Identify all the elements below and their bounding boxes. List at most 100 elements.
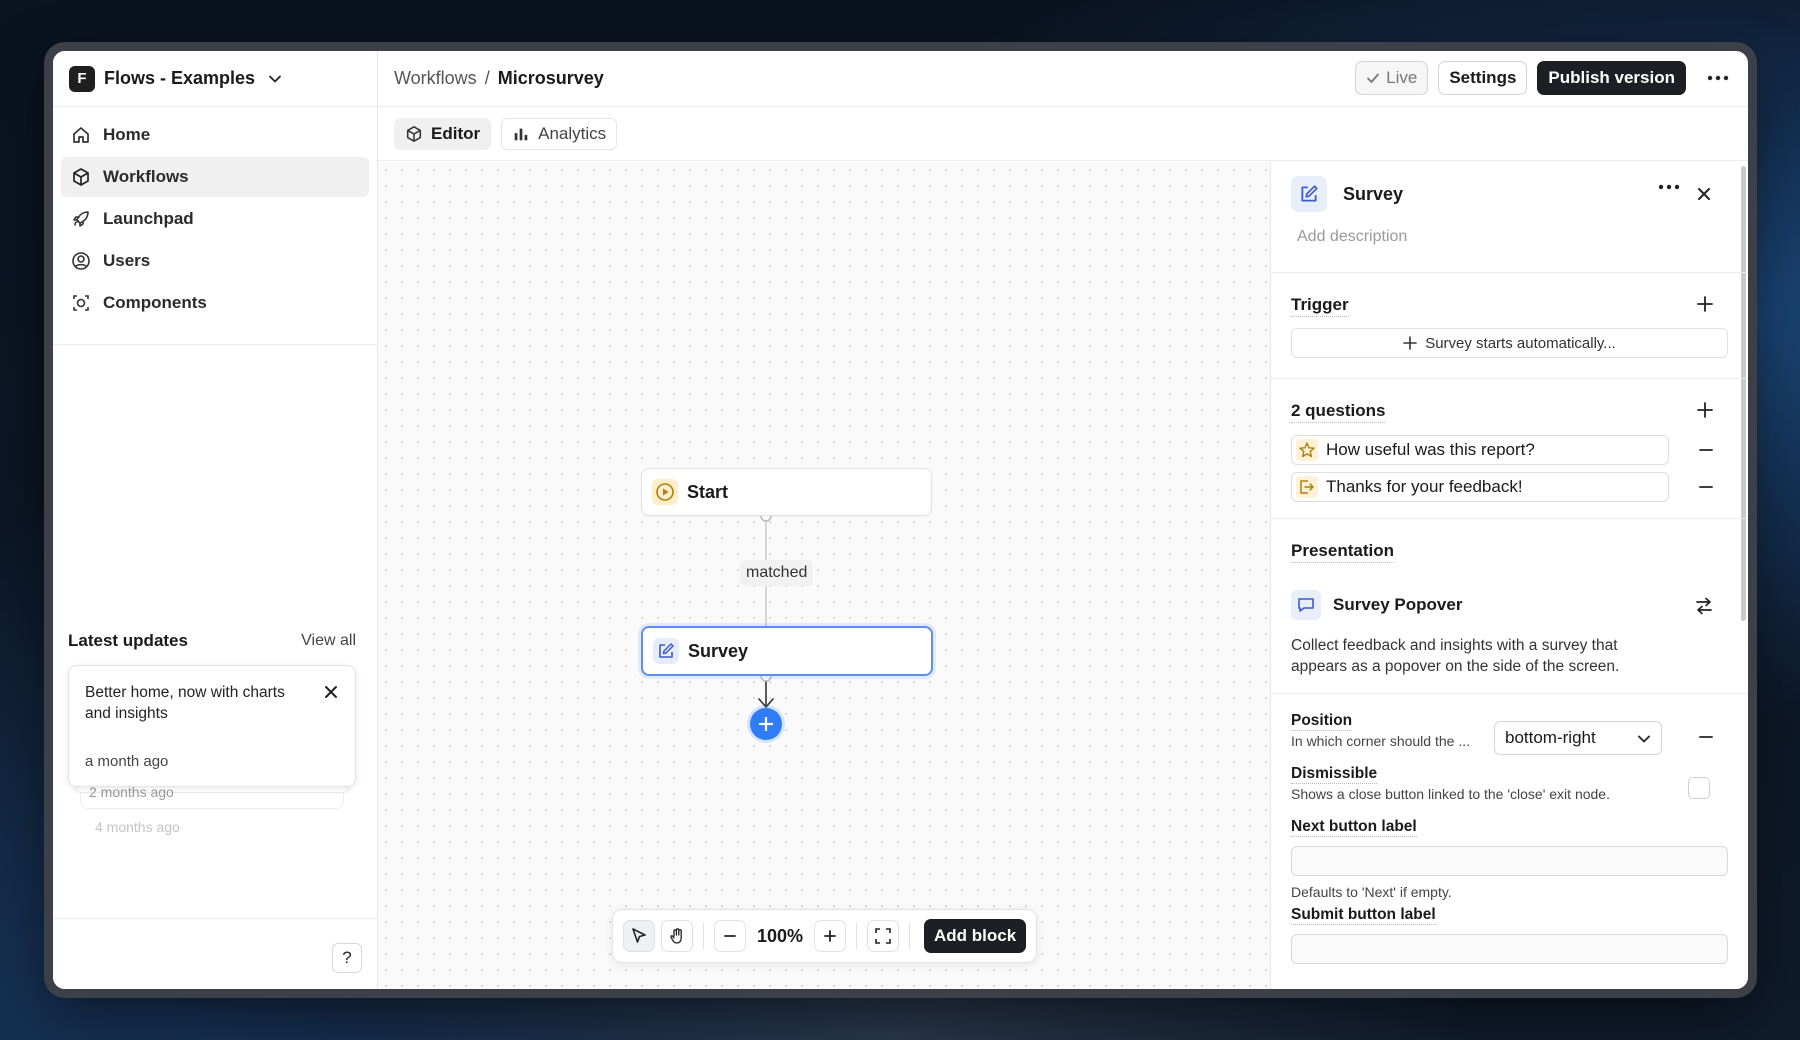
divider: [703, 923, 704, 949]
close-icon[interactable]: [323, 684, 339, 700]
update-stack: 4 months ago 2 months ago Better home, n…: [68, 665, 356, 835]
breadcrumb-current: Microsurvey: [497, 68, 604, 88]
update-card[interactable]: Better home, now with charts and insight…: [68, 665, 356, 787]
description-input[interactable]: Add description: [1297, 228, 1407, 246]
chevron-down-icon: [269, 75, 281, 82]
trigger-title: Trigger: [1291, 295, 1349, 317]
component-icon: [73, 295, 89, 311]
org-switcher[interactable]: F Flows - Examples: [53, 51, 377, 107]
hand-icon: [670, 928, 682, 944]
position-help: In which corner should the ...: [1291, 733, 1470, 749]
bar-chart-icon: [514, 128, 528, 140]
plus-icon[interactable]: [1696, 295, 1714, 313]
tab-editor[interactable]: Editor: [394, 117, 492, 150]
publish-version-button[interactable]: Publish version: [1537, 61, 1686, 95]
tab-analytics[interactable]: Analytics: [501, 117, 618, 150]
add-node-button[interactable]: [750, 708, 782, 740]
questions-section: 2 questions How useful was this report? …: [1271, 379, 1748, 519]
next-button-label-help: Defaults to 'Next' if empty.: [1291, 884, 1452, 900]
submit-button-label-label: Submit button label: [1291, 906, 1436, 925]
sidebar-item-label: Components: [103, 293, 207, 312]
question-item[interactable]: How useful was this report?: [1291, 435, 1669, 465]
pan-tool-button[interactable]: [661, 920, 693, 952]
submit-button-label-input[interactable]: [1291, 934, 1728, 964]
fit-view-button[interactable]: [867, 920, 899, 952]
plus-icon[interactable]: [1696, 401, 1714, 419]
close-icon[interactable]: [1696, 186, 1712, 202]
top-actions: Live Settings Publish version: [1355, 61, 1734, 95]
add-block-button[interactable]: Add block: [924, 919, 1027, 953]
cube-icon: [73, 168, 89, 186]
home-icon: [73, 127, 89, 143]
trigger-section: Trigger Survey starts automatically...: [1271, 273, 1748, 379]
presentation-title: Presentation: [1291, 541, 1394, 563]
sidebar-item-users[interactable]: Users: [61, 241, 369, 281]
user-circle-icon: [72, 252, 90, 270]
question-item[interactable]: Thanks for your feedback!: [1291, 472, 1669, 502]
edge-lines: [758, 510, 774, 709]
org-name: Flows - Examples: [104, 68, 256, 88]
panel-header: Survey Add description: [1271, 162, 1748, 273]
latest-updates-title: Latest updates: [68, 631, 188, 650]
presentation-name: Survey Popover: [1333, 595, 1463, 614]
minus-icon[interactable]: [1698, 729, 1714, 745]
cube-icon: [406, 125, 422, 142]
divider: [53, 344, 377, 345]
select-tool-button[interactable]: [623, 920, 655, 952]
divider: [856, 923, 857, 949]
fullscreen-icon: [875, 928, 891, 944]
chevron-down-icon: [1638, 735, 1650, 743]
cursor-icon: [632, 928, 646, 943]
node-label: Survey: [688, 640, 749, 661]
breadcrumb-separator: /: [484, 68, 490, 88]
edge-label-matched[interactable]: matched: [740, 560, 814, 586]
update-time: a month ago: [85, 753, 169, 770]
swap-icon[interactable]: [1694, 597, 1714, 615]
minus-icon[interactable]: [1698, 479, 1714, 495]
sidebar-item-components[interactable]: Components: [61, 283, 369, 323]
more-options-button[interactable]: [1702, 61, 1734, 95]
presentation-description: Collect feedback and insights with a sur…: [1291, 637, 1620, 675]
divider: [53, 918, 377, 919]
settings-button[interactable]: Settings: [1438, 61, 1528, 95]
dismissible-checkbox[interactable]: [1688, 777, 1710, 799]
position-select[interactable]: bottom-right: [1494, 721, 1662, 755]
zoom-out-button[interactable]: [714, 920, 746, 952]
more-horizontal-icon[interactable]: [1658, 184, 1680, 190]
help-button[interactable]: ?: [332, 943, 362, 973]
sidebar-item-home[interactable]: Home: [61, 115, 369, 155]
properties-panel: Survey Add description Trigger Survey st…: [1270, 162, 1748, 989]
sidebar-item-workflows[interactable]: Workflows: [61, 157, 369, 197]
presentation-fields: Position In which corner should the ... …: [1271, 694, 1748, 989]
sidebar-item-label: Workflows: [103, 167, 189, 186]
more-horizontal-icon: [1707, 75, 1729, 81]
next-button-label-input[interactable]: [1291, 846, 1728, 876]
plus-icon: [824, 930, 836, 942]
dismissible-label: Dismissible: [1291, 765, 1378, 784]
sidebar-item-label: Users: [103, 251, 151, 270]
sidebar-item-label: Launchpad: [103, 209, 194, 228]
presentation-section: Presentation Survey Popover Collect feed…: [1271, 519, 1748, 694]
node-start[interactable]: Start: [641, 468, 932, 516]
tab-bar: Editor Analytics: [378, 107, 1748, 161]
exit-icon: [1296, 476, 1318, 498]
breadcrumb-parent[interactable]: Workflows: [394, 68, 477, 89]
minus-icon[interactable]: [1698, 442, 1714, 458]
node-survey[interactable]: Survey: [641, 626, 933, 676]
edit-note-icon: [1291, 176, 1327, 212]
zoom-in-button[interactable]: [814, 920, 846, 952]
org-badge: F: [69, 65, 95, 92]
panel-title[interactable]: Survey: [1343, 184, 1403, 205]
view-all-link[interactable]: View all: [301, 632, 356, 650]
sidebar: F Flows - Examples Home Workflows Launch…: [53, 51, 378, 989]
dismissible-help: Shows a close button linked to the 'clos…: [1291, 786, 1610, 802]
app-window: F Flows - Examples Home Workflows Launch…: [53, 51, 1748, 989]
add-trigger-button[interactable]: Survey starts automatically...: [1291, 328, 1728, 358]
live-button[interactable]: Live: [1355, 61, 1429, 95]
workflow-canvas[interactable]: Start matched Survey 100% Add block: [378, 162, 1270, 989]
node-label: Start: [687, 481, 729, 502]
next-button-label-label: Next button label: [1291, 818, 1417, 837]
canvas-toolbar: 100% Add block: [612, 909, 1038, 963]
topbar: Workflows / Microsurvey Live Settings Pu…: [378, 51, 1748, 107]
sidebar-item-launchpad[interactable]: Launchpad: [61, 199, 369, 239]
